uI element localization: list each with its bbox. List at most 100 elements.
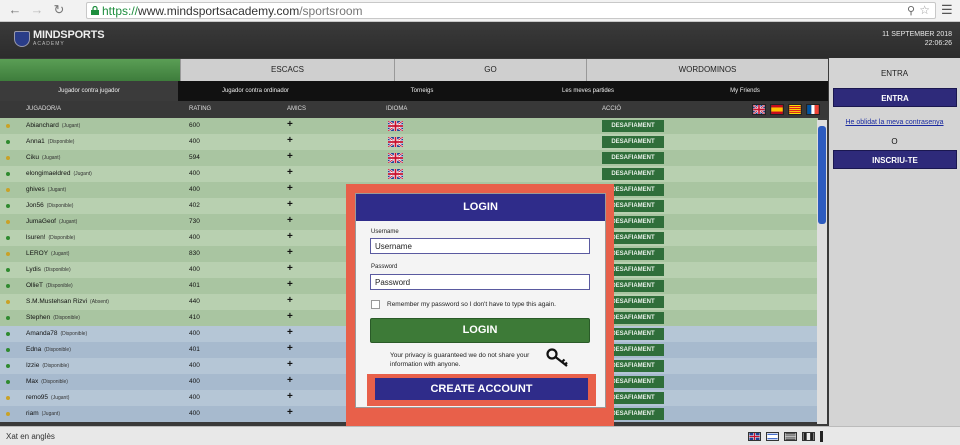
username-input[interactable] [370, 238, 590, 254]
player-name[interactable]: Ciku (Jugant) [26, 154, 60, 161]
browser-menu-icon[interactable]: ☰ [941, 2, 953, 18]
scrollbar-thumb[interactable] [818, 126, 826, 224]
spain-flag-icon[interactable] [770, 104, 784, 115]
game-tabs: ESCACS GO WORDOMINOS [0, 59, 828, 81]
uk-flag-icon [387, 168, 404, 180]
table-row[interactable]: Ciku (Jugant) 594 + DESAFIAMENT [0, 150, 818, 166]
reload-icon[interactable]: ↻ [52, 3, 66, 17]
player-rating: 410 [189, 314, 200, 321]
table-row[interactable]: Anna1 (Disponible) 400 + DESAFIAMENT [0, 134, 818, 150]
tab-my-friends[interactable]: My Friends [665, 81, 825, 101]
challenge-button[interactable]: DESAFIAMENT [602, 120, 664, 132]
add-friend-icon[interactable]: + [287, 359, 293, 370]
date-time: 11 SEPTEMBER 2018 22:06:26 [882, 30, 952, 48]
player-rating: 600 [189, 122, 200, 129]
player-name[interactable]: Stephen (Disponible) [26, 314, 80, 321]
player-name[interactable]: ghives (Jugant) [26, 186, 66, 193]
address-bar[interactable]: https://www.mindsportsacademy.com/sports… [86, 2, 936, 19]
player-name[interactable]: Max (Disponible) [26, 378, 68, 385]
player-name[interactable]: JumaGeof (Jugant) [26, 218, 77, 225]
add-friend-icon[interactable]: + [287, 343, 293, 354]
add-friend-icon[interactable]: + [287, 375, 293, 386]
status-dot-icon [6, 332, 10, 336]
player-name[interactable]: Izzie (Disponible) [26, 362, 69, 369]
col-rating[interactable]: RATING [189, 106, 211, 112]
player-name[interactable]: LEROY (Jugant) [26, 250, 69, 257]
site-logo[interactable]: MINDSPORTS ACADEMY [14, 29, 134, 53]
bookmark-star-icon[interactable]: ☆ [919, 3, 930, 17]
add-friend-icon[interactable]: + [287, 135, 293, 146]
add-friend-icon[interactable]: + [287, 327, 293, 338]
add-friend-icon[interactable]: + [287, 311, 293, 322]
add-friend-icon[interactable]: + [287, 231, 293, 242]
add-friend-icon[interactable]: + [287, 295, 293, 306]
tab-tournaments[interactable]: Torneigs [333, 81, 511, 101]
zoom-icon[interactable]: ⚲ [907, 4, 915, 17]
challenge-button[interactable]: DESAFIAMENT [602, 168, 664, 180]
player-name[interactable]: riam (Jugant) [26, 410, 60, 417]
greece-flag-icon[interactable] [784, 432, 797, 441]
add-friend-icon[interactable]: + [287, 263, 293, 274]
add-friend-icon[interactable]: + [287, 391, 293, 402]
add-friend-icon[interactable]: + [287, 183, 293, 194]
tab-wordominos[interactable]: WORDOMINOS [586, 59, 828, 81]
forward-icon[interactable]: → [30, 3, 44, 17]
add-friend-icon[interactable]: + [287, 279, 293, 290]
player-name[interactable]: OllieT (Disponible) [26, 282, 73, 289]
player-name[interactable]: Abianchard (Jugant) [26, 122, 80, 129]
tab-player-vs-player[interactable]: Jugador contra jugador [0, 81, 178, 101]
remember-checkbox[interactable] [371, 300, 380, 309]
col-friends[interactable]: AMICS [287, 106, 306, 112]
player-rating: 401 [189, 346, 200, 353]
player-name[interactable]: lsuren! (Disponible) [26, 234, 75, 241]
chat-label[interactable]: Xat en anglès [6, 432, 55, 441]
player-rating: 400 [189, 330, 200, 337]
israel-flag-icon[interactable] [766, 432, 779, 441]
forgot-password-link[interactable]: He oblidat la meva contrasenya [829, 119, 960, 126]
player-name[interactable]: Jon56 (Disponible) [26, 202, 73, 209]
col-language[interactable]: IDIOMA [386, 106, 407, 112]
enter-button[interactable]: ENTRA [833, 88, 957, 107]
player-name[interactable]: Edna (Disponible) [26, 346, 71, 353]
table-row[interactable]: Abianchard (Jugant) 600 + DESAFIAMENT [0, 118, 818, 134]
player-name[interactable]: Lydis (Disponible) [26, 266, 71, 273]
password-input[interactable] [370, 274, 590, 290]
add-friend-icon[interactable]: + [287, 247, 293, 258]
back-icon[interactable]: ← [8, 3, 22, 17]
uk-flag-icon[interactable] [748, 432, 761, 441]
tab-my-games[interactable]: Les meves partides [511, 81, 665, 101]
status-dot-icon [6, 316, 10, 320]
catalonia-flag-icon[interactable] [788, 104, 802, 115]
uk-flag-icon[interactable] [752, 104, 766, 115]
add-friend-icon[interactable]: + [287, 151, 293, 162]
add-friend-icon[interactable]: + [287, 215, 293, 226]
challenge-button[interactable]: DESAFIAMENT [602, 152, 664, 164]
status-dot-icon [6, 124, 10, 128]
add-friend-icon[interactable]: + [287, 119, 293, 130]
player-name[interactable]: Amanda78 (Disponible) [26, 330, 87, 337]
tab-escacs[interactable]: ESCACS [180, 59, 394, 81]
add-friend-icon[interactable]: + [287, 167, 293, 178]
url-text: https://www.mindsportsacademy.com/sports… [102, 4, 363, 18]
register-button[interactable]: INSCRIU-TE [833, 150, 957, 169]
create-account-button[interactable]: CREATE ACCOUNT [375, 378, 588, 400]
challenge-button[interactable]: DESAFIAMENT [602, 136, 664, 148]
player-name[interactable]: remo95 (Jugant) [26, 394, 69, 401]
player-name[interactable]: Anna1 (Disponible) [26, 138, 74, 145]
player-name[interactable]: elongimaeldred (Jugant) [26, 170, 92, 177]
add-friend-icon[interactable]: + [287, 199, 293, 210]
add-friend-icon[interactable]: + [287, 407, 293, 418]
status-dot-icon [6, 252, 10, 256]
belgium-flag-icon[interactable] [802, 432, 815, 441]
status-dot-icon [6, 300, 10, 304]
login-button[interactable]: LOGIN [370, 318, 590, 343]
table-scrollbar[interactable] [817, 120, 827, 424]
tab-go[interactable]: GO [394, 59, 586, 81]
col-player[interactable]: JUGADOR/A [26, 106, 61, 112]
player-name[interactable]: S.M.Mustehsan Rizvi (Absent) [26, 298, 109, 305]
browser-toolbar: ← → ↻ https://www.mindsportsacademy.com/… [0, 0, 960, 22]
table-row[interactable]: elongimaeldred (Jugant) 400 + DESAFIAMENT [0, 166, 818, 182]
france-flag-icon[interactable] [806, 104, 820, 115]
tab-player-vs-computer[interactable]: Jugador contra ordinador [178, 81, 333, 101]
remember-label: Remember my password so I don't have to … [387, 301, 556, 308]
